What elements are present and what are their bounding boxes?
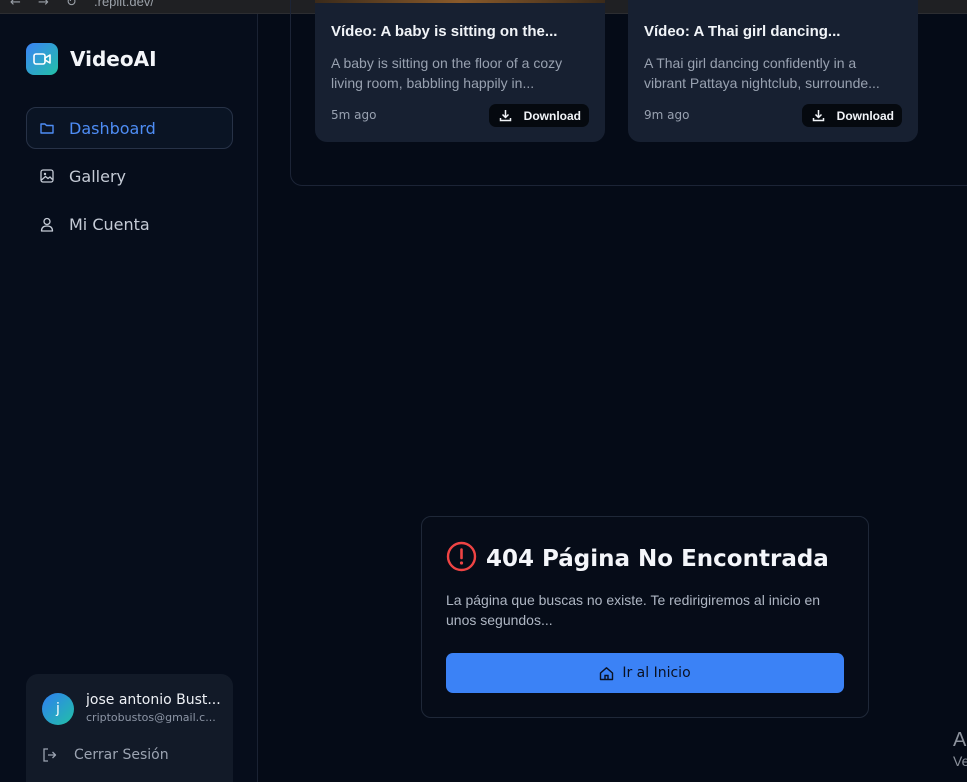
user-card: j jose antonio Bust... criptobustos@gmai… [26, 674, 233, 782]
logout-button[interactable]: Cerrar Sesión [42, 747, 169, 763]
video-title: Vídeo: A baby is sitting on the... [331, 23, 558, 40]
brand-name: VideoAI [70, 47, 157, 71]
video-card[interactable]: Vídeo: A baby is sitting on the... A bab… [315, 0, 605, 142]
video-description-line: vibrant Pattaya nightclub, surrounde... [644, 75, 880, 91]
video-description-line: A Thai girl dancing confidently in a [644, 55, 857, 71]
sidebar-item-label: Dashboard [69, 118, 156, 138]
download-button[interactable]: Download [488, 104, 589, 127]
logout-label: Cerrar Sesión [74, 747, 169, 763]
image-icon [39, 168, 55, 184]
folder-icon [39, 120, 55, 136]
video-title: Vídeo: A Thai girl dancing... [644, 23, 841, 40]
go-home-label: Ir al Inicio [622, 665, 691, 681]
user-icon [39, 216, 55, 232]
reload-icon[interactable]: ↻ [66, 0, 77, 10]
video-timestamp: 5m ago [331, 108, 377, 122]
download-icon [499, 109, 512, 122]
download-label: Download [836, 108, 894, 123]
not-found-header: 404 Página No Encontrada [446, 541, 829, 576]
logout-icon [42, 747, 58, 763]
clipped-text-line: A [953, 729, 967, 751]
video-card[interactable]: Vídeo: A Thai girl dancing... A Thai gir… [628, 0, 918, 142]
clipped-text-line: Ve [953, 753, 967, 769]
download-button[interactable]: Download [801, 104, 902, 127]
avatar[interactable]: j [42, 693, 74, 725]
sidebar-item-mi-cuenta[interactable]: Mi Cuenta [26, 203, 233, 245]
recent-videos-panel: Vídeo: A baby is sitting on the... A bab… [290, 0, 967, 186]
address-bar[interactable]: .replit.dev/ [94, 0, 154, 9]
home-icon [599, 666, 614, 681]
go-home-button[interactable]: Ir al Inicio [446, 653, 844, 693]
sidebar-item-dashboard[interactable]: Dashboard [26, 107, 233, 149]
sidebar: VideoAI Dashboard Gallery Mi Cuenta j jo… [0, 14, 258, 782]
video-description-line: living room, babbling happily in... [331, 75, 535, 91]
video-thumbnail[interactable] [315, 0, 605, 3]
not-found-title: 404 Página No Encontrada [486, 545, 829, 572]
sidebar-nav: Dashboard Gallery Mi Cuenta [26, 107, 233, 251]
brand[interactable]: VideoAI [26, 43, 157, 75]
user-email: criptobustos@gmail.c... [86, 711, 216, 724]
not-found-message: La página que buscas no existe. Te redir… [446, 592, 821, 628]
sidebar-item-gallery[interactable]: Gallery [26, 155, 233, 197]
back-icon[interactable]: ← [10, 0, 21, 10]
clipped-overlay-text: A Ve [953, 728, 967, 770]
sidebar-item-label: Mi Cuenta [69, 214, 150, 234]
not-found-dialog: 404 Página No Encontrada La página que b… [421, 516, 869, 718]
video-description-line: A baby is sitting on the floor of a cozy [331, 55, 563, 71]
user-name: jose antonio Bust... [86, 692, 221, 708]
download-icon [812, 109, 825, 122]
sidebar-item-label: Gallery [69, 166, 126, 186]
video-timestamp: 9m ago [644, 108, 690, 122]
forward-icon[interactable]: → [38, 0, 49, 10]
download-label: Download [523, 108, 581, 123]
alert-circle-icon [446, 541, 477, 576]
video-description: A Thai girl dancing confidently in a vib… [644, 53, 906, 93]
video-description: A baby is sitting on the floor of a cozy… [331, 53, 593, 93]
video-camera-icon [26, 43, 58, 75]
